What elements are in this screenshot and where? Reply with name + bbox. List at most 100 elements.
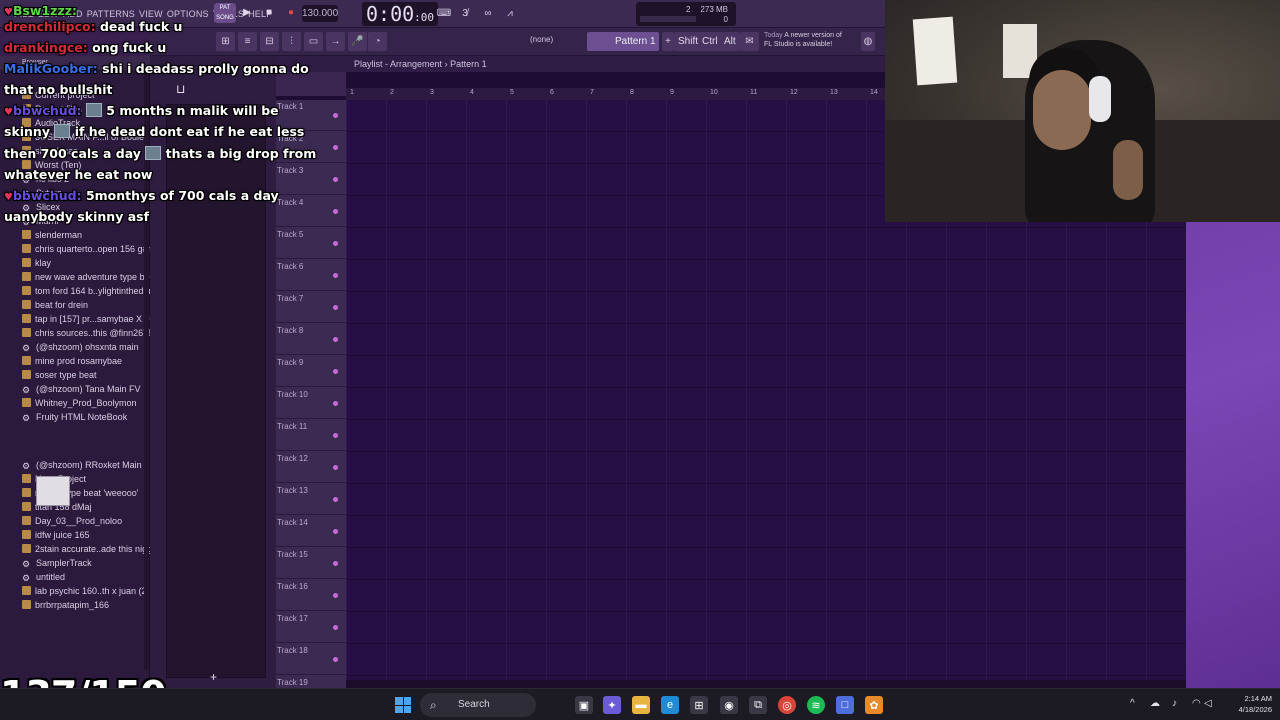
playlist-scrollbar[interactable] [346,680,1186,688]
browser-item[interactable]: tap in [157] pr...samybae X eyvx [22,312,163,326]
track-mute-toggle[interactable] [333,209,338,214]
track-mute-toggle[interactable] [333,113,338,118]
track-header[interactable]: Track 6 [276,260,346,291]
track-mute-toggle[interactable] [333,593,338,598]
store-icon[interactable]: ⊞ [690,696,708,714]
volume-icon[interactable]: ◁ [1204,698,1212,709]
browser-item[interactable]: chris quarterto..open 156 g#min [22,242,162,256]
channel-strip-icon[interactable]: ⊔ [176,82,185,96]
piano-roll-icon[interactable]: ≡ [238,32,257,51]
task-view-icon[interactable]: ▣ [575,696,593,714]
track-header[interactable]: Track 4 [276,196,346,227]
app-icon[interactable]: □ [836,696,854,714]
track-header[interactable]: Track 8 [276,324,346,355]
track-mute-toggle[interactable] [333,241,338,246]
track-header[interactable]: Track 13 [276,484,346,515]
browser-item[interactable]: mine prod rosamybae [22,354,122,368]
add-channel-button[interactable]: + [210,670,217,684]
track-header[interactable]: Track 10 [276,388,346,419]
track-header[interactable]: Track 3 [276,164,346,195]
browser-item[interactable]: Day_03__Prod_noloo [22,514,122,528]
time-display[interactable]: 0:00:00 [362,2,438,26]
browser-item[interactable]: soser type beat [22,368,97,382]
fl-studio-icon[interactable]: ✿ [865,696,883,714]
tempo-display[interactable]: 130.000 [302,5,338,22]
browser-item[interactable]: klay [22,256,51,270]
update-icon[interactable]: ✉ [740,32,759,51]
track-header[interactable]: Track 15 [276,548,346,579]
track-header[interactable]: Track 9 [276,356,346,387]
preset-label[interactable]: (none) [530,35,553,44]
track-header[interactable]: Track 12 [276,452,346,483]
track-mute-toggle[interactable] [333,401,338,406]
track-mute-toggle[interactable] [333,657,338,662]
track-header[interactable]: Track 17 [276,612,346,643]
browser-item[interactable]: slenderman [22,228,82,242]
timeline-ruler[interactable]: 1 2 3 4 5 6 7 8 9 10 11 12 13 14 [346,88,886,100]
pattern-selector[interactable]: Pattern 1 [587,32,659,51]
track-mute-toggle[interactable] [333,529,338,534]
ctrl-key[interactable]: Ctrl [698,32,722,51]
track-header[interactable]: Track 11 [276,420,346,451]
plugin-icon[interactable]: ▭ [304,32,323,51]
track-mute-toggle[interactable] [333,305,338,310]
chrome-icon[interactable]: ◎ [778,696,796,714]
copilot-icon[interactable]: ✦ [603,696,621,714]
globe-icon[interactable]: ◍ [861,32,875,51]
mic-icon[interactable]: ♪ [1172,698,1177,709]
play-button[interactable]: ▶ [238,3,256,21]
metronome-icon[interactable]: ⩘ [501,5,519,22]
browser-item[interactable]: new wave adventure type beat [22,270,157,284]
track-mute-toggle[interactable] [333,145,338,150]
browser-item[interactable]: ⚙ (@shzoom) ohsxnta main [22,340,139,354]
typing-keyboard-icon[interactable]: ⌨ [435,5,453,22]
track-mute-toggle[interactable] [333,177,338,182]
wifi-icon[interactable]: ◠ [1192,698,1201,709]
track-mute-toggle[interactable] [333,465,338,470]
alt-key[interactable]: Alt [720,32,740,51]
stop-button[interactable]: ■ [260,3,278,21]
pat-song-toggle[interactable]: PAT SONG [214,3,236,23]
clock[interactable]: 2:14 AM 4/18/2026 [1239,693,1272,715]
browser-item[interactable]: brrbrrpatapim_166 [22,598,109,612]
browser-item[interactable]: ⚙ SamplerTrack [22,556,92,570]
channel-rack-icon[interactable]: ⊟ [260,32,279,51]
track-mute-toggle[interactable] [333,273,338,278]
browser-item[interactable]: ⚙ (@shzoom) RRoxket Main [22,458,142,472]
microphone-icon[interactable]: 🎤 [348,32,367,51]
browser-item[interactable]: ⚙ Fruity HTML NoteBook [22,410,127,424]
windows-start-icon[interactable] [395,697,411,713]
edge-icon[interactable]: e [661,696,679,714]
browser-item[interactable]: beat for drein [22,298,88,312]
browser-item[interactable]: 2stain accurate..ade this nigga [22,542,157,556]
track-header[interactable]: Track 7 [276,292,346,323]
browser-item[interactable]: Whitney_Prod_Boolymon [22,396,137,410]
arrow-icon[interactable]: → [326,32,345,51]
track-mute-toggle[interactable] [333,369,338,374]
chevron-up-icon[interactable]: ^ [1130,698,1135,709]
snap-icon[interactable]: ◔ [368,32,387,51]
browser-item[interactable]: ⚙ (@shzoom) Tana Main FV [22,382,141,396]
browser-item[interactable]: chris sources..this @finn267990 [22,326,163,340]
file-explorer-icon[interactable]: ▬ [632,696,650,714]
track-mute-toggle[interactable] [333,561,338,566]
browser-item[interactable]: idfw juice 165 [22,528,90,542]
track-header[interactable]: Track 14 [276,516,346,547]
playlist-icon[interactable]: ⊞ [216,32,235,51]
track-mute-toggle[interactable] [333,497,338,502]
taskbar-search[interactable]: ⌕ Search [420,693,536,717]
track-header[interactable]: Track 16 [276,580,346,611]
capcut-icon[interactable]: ⧉ [749,696,767,714]
mixer-icon[interactable]: ⫶ [282,32,301,51]
browser-item[interactable]: lab psychic 160..th x juan (2) (2) [22,584,163,598]
cloud-icon[interactable]: ☁ [1150,698,1160,709]
loop-record-icon[interactable]: ∞ [479,5,497,22]
add-pattern-button[interactable]: + [662,32,674,51]
track-mute-toggle[interactable] [333,625,338,630]
track-mute-toggle[interactable] [333,433,338,438]
track-header[interactable]: Track 5 [276,228,346,259]
browser-item[interactable]: tom ford 164 b..ylightinthedark [22,284,156,298]
step-edit-icon[interactable]: 3̸ [456,5,474,22]
spotify-icon[interactable]: ≋ [807,696,825,714]
track-header[interactable]: Track 18 [276,644,346,675]
